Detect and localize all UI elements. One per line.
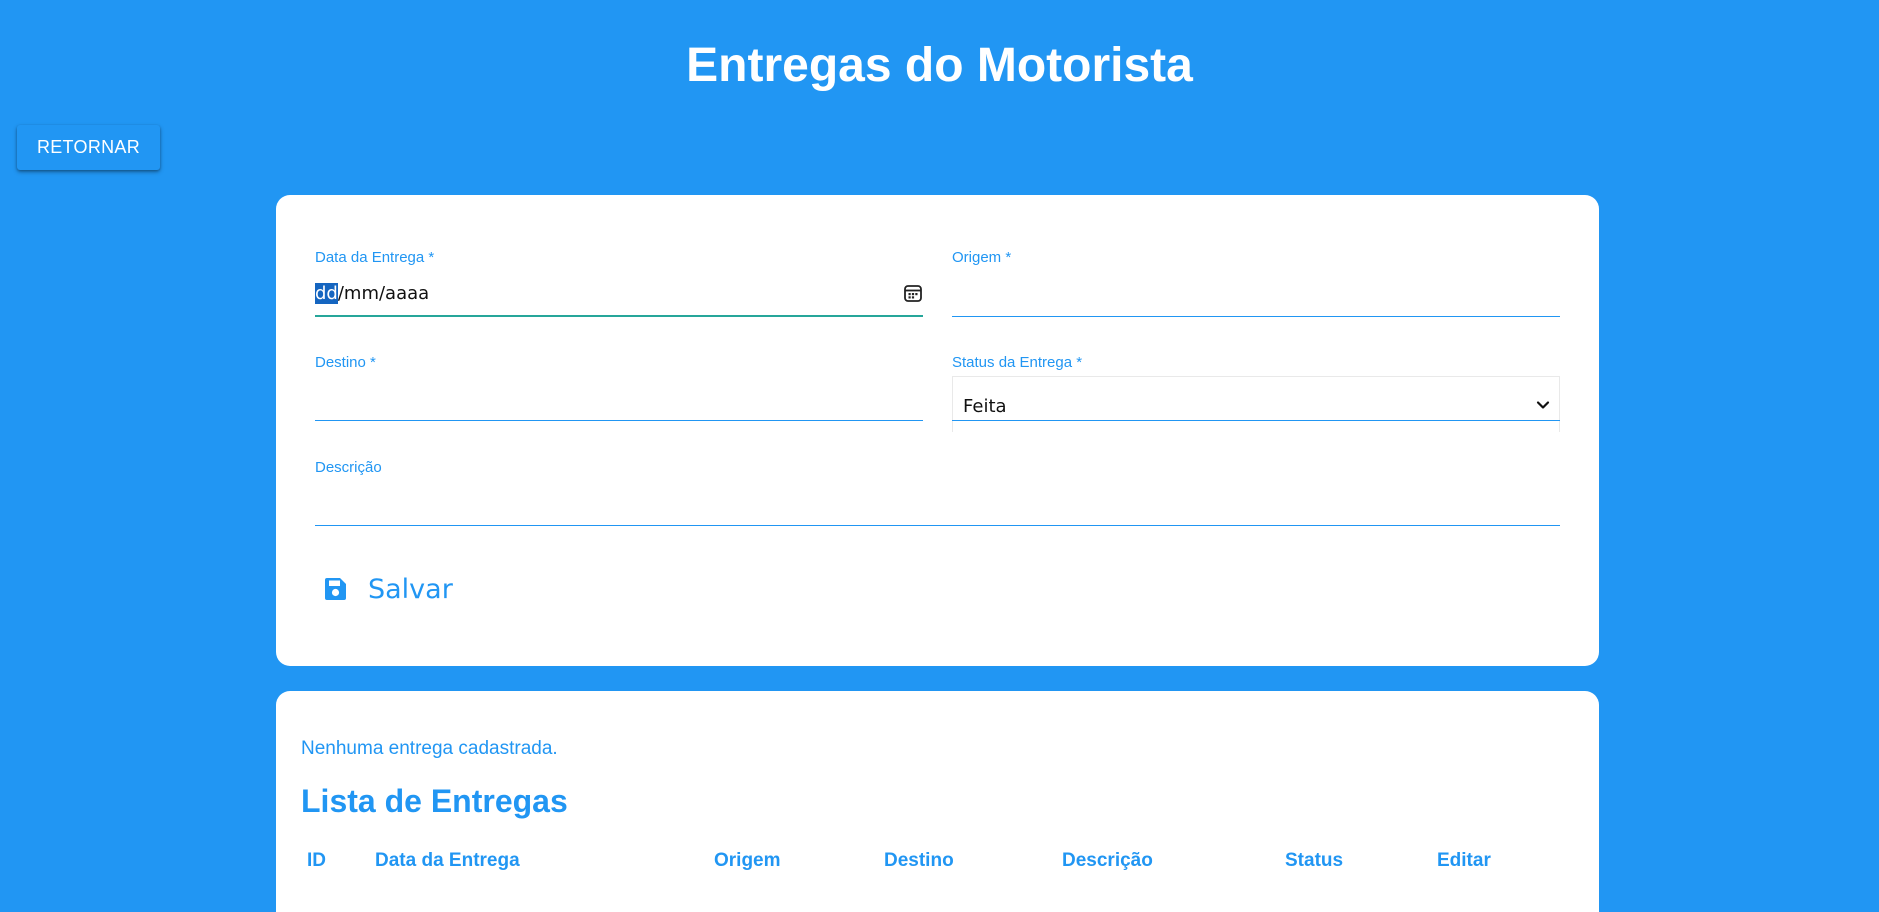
table-header: ID Data da Entrega Origem Destino Descri… bbox=[276, 691, 1599, 912]
column-header-destination: Destino bbox=[884, 850, 954, 871]
status-label: Status da Entrega * bbox=[952, 354, 1083, 371]
status-underline bbox=[952, 420, 1560, 421]
page-title: Entregas do Motorista bbox=[686, 39, 1193, 92]
delivery-date-label: Data da Entrega * bbox=[315, 249, 435, 266]
destination-label: Destino * bbox=[315, 354, 376, 371]
column-header-edit: Editar bbox=[1437, 850, 1491, 871]
page: Entregas do Motorista RETORNAR Data da E… bbox=[0, 0, 1879, 912]
delivery-form-card: Data da Entrega * dd/mm/aaaa Origem * De… bbox=[276, 195, 1599, 666]
date-rest-segment[interactable]: /mm/aaaa bbox=[338, 283, 429, 304]
delivery-date-field[interactable]: Data da Entrega * dd/mm/aaaa bbox=[315, 249, 923, 317]
origin-label: Origem * bbox=[952, 249, 1012, 266]
description-label: Descrição bbox=[315, 459, 382, 476]
status-selected-value: Feita bbox=[963, 396, 1007, 417]
date-day-segment[interactable]: dd bbox=[315, 283, 338, 304]
destination-field[interactable]: Destino * bbox=[315, 354, 923, 421]
calendar-icon[interactable] bbox=[903, 283, 923, 303]
delivery-date-underline bbox=[315, 315, 923, 317]
description-field[interactable]: Descrição bbox=[315, 459, 1560, 526]
column-header-id: ID bbox=[307, 850, 326, 871]
description-underline bbox=[315, 525, 1560, 526]
save-button[interactable]: Salvar bbox=[322, 566, 453, 612]
chevron-down-icon[interactable] bbox=[1535, 397, 1551, 413]
column-header-description: Descrição bbox=[1062, 850, 1153, 871]
destination-underline bbox=[315, 420, 923, 421]
column-header-date: Data da Entrega bbox=[375, 850, 520, 871]
back-button[interactable]: RETORNAR bbox=[17, 125, 160, 170]
status-select[interactable]: Feita bbox=[952, 376, 1560, 432]
column-header-status: Status bbox=[1285, 850, 1344, 871]
delivery-list-card: Nenhuma entrega cadastrada. Lista de Ent… bbox=[276, 691, 1599, 912]
origin-underline bbox=[952, 316, 1560, 317]
save-label: Salvar bbox=[368, 573, 453, 605]
column-header-origin: Origem bbox=[714, 850, 781, 871]
origin-field[interactable]: Origem * bbox=[952, 249, 1560, 317]
delivery-date-input[interactable]: dd/mm/aaaa bbox=[315, 283, 429, 304]
floppy-disk-icon bbox=[322, 576, 348, 602]
status-field: Status da Entrega * Feita bbox=[952, 354, 1560, 432]
